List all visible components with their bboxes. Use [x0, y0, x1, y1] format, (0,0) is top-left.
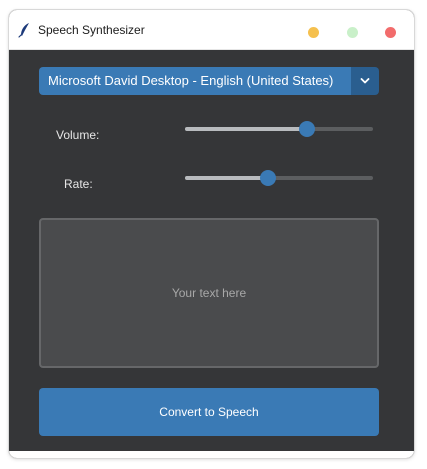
feather-icon	[18, 23, 29, 38]
rate-slider[interactable]	[185, 170, 373, 186]
volume-slider-thumb[interactable]	[299, 121, 316, 137]
convert-to-speech-button[interactable]: Convert to Speech	[39, 388, 379, 436]
volume-label: Volume:	[56, 128, 100, 142]
rate-slider-thumb[interactable]	[259, 170, 276, 186]
minimize-button[interactable]	[308, 27, 319, 38]
close-button[interactable]	[385, 27, 396, 38]
voice-dropdown-button[interactable]	[351, 67, 379, 95]
speech-synthesizer-window: Speech Synthesizer Microsoft David Deskt…	[9, 10, 414, 458]
voice-select[interactable]: Microsoft David Desktop - English (Unite…	[39, 67, 379, 95]
volume-slider-fill	[185, 127, 308, 131]
text-input[interactable]	[39, 218, 379, 368]
chevron-down-icon	[360, 78, 370, 84]
maximize-button[interactable]	[347, 27, 358, 38]
rate-slider-fill	[185, 176, 268, 180]
voice-select-value: Microsoft David Desktop - English (Unite…	[39, 67, 351, 95]
rate-label: Rate:	[64, 177, 93, 191]
window-title: Speech Synthesizer	[38, 23, 145, 37]
window-bottom-edge	[9, 451, 414, 458]
volume-slider[interactable]	[185, 121, 373, 137]
title-bar: Speech Synthesizer	[9, 10, 414, 50]
